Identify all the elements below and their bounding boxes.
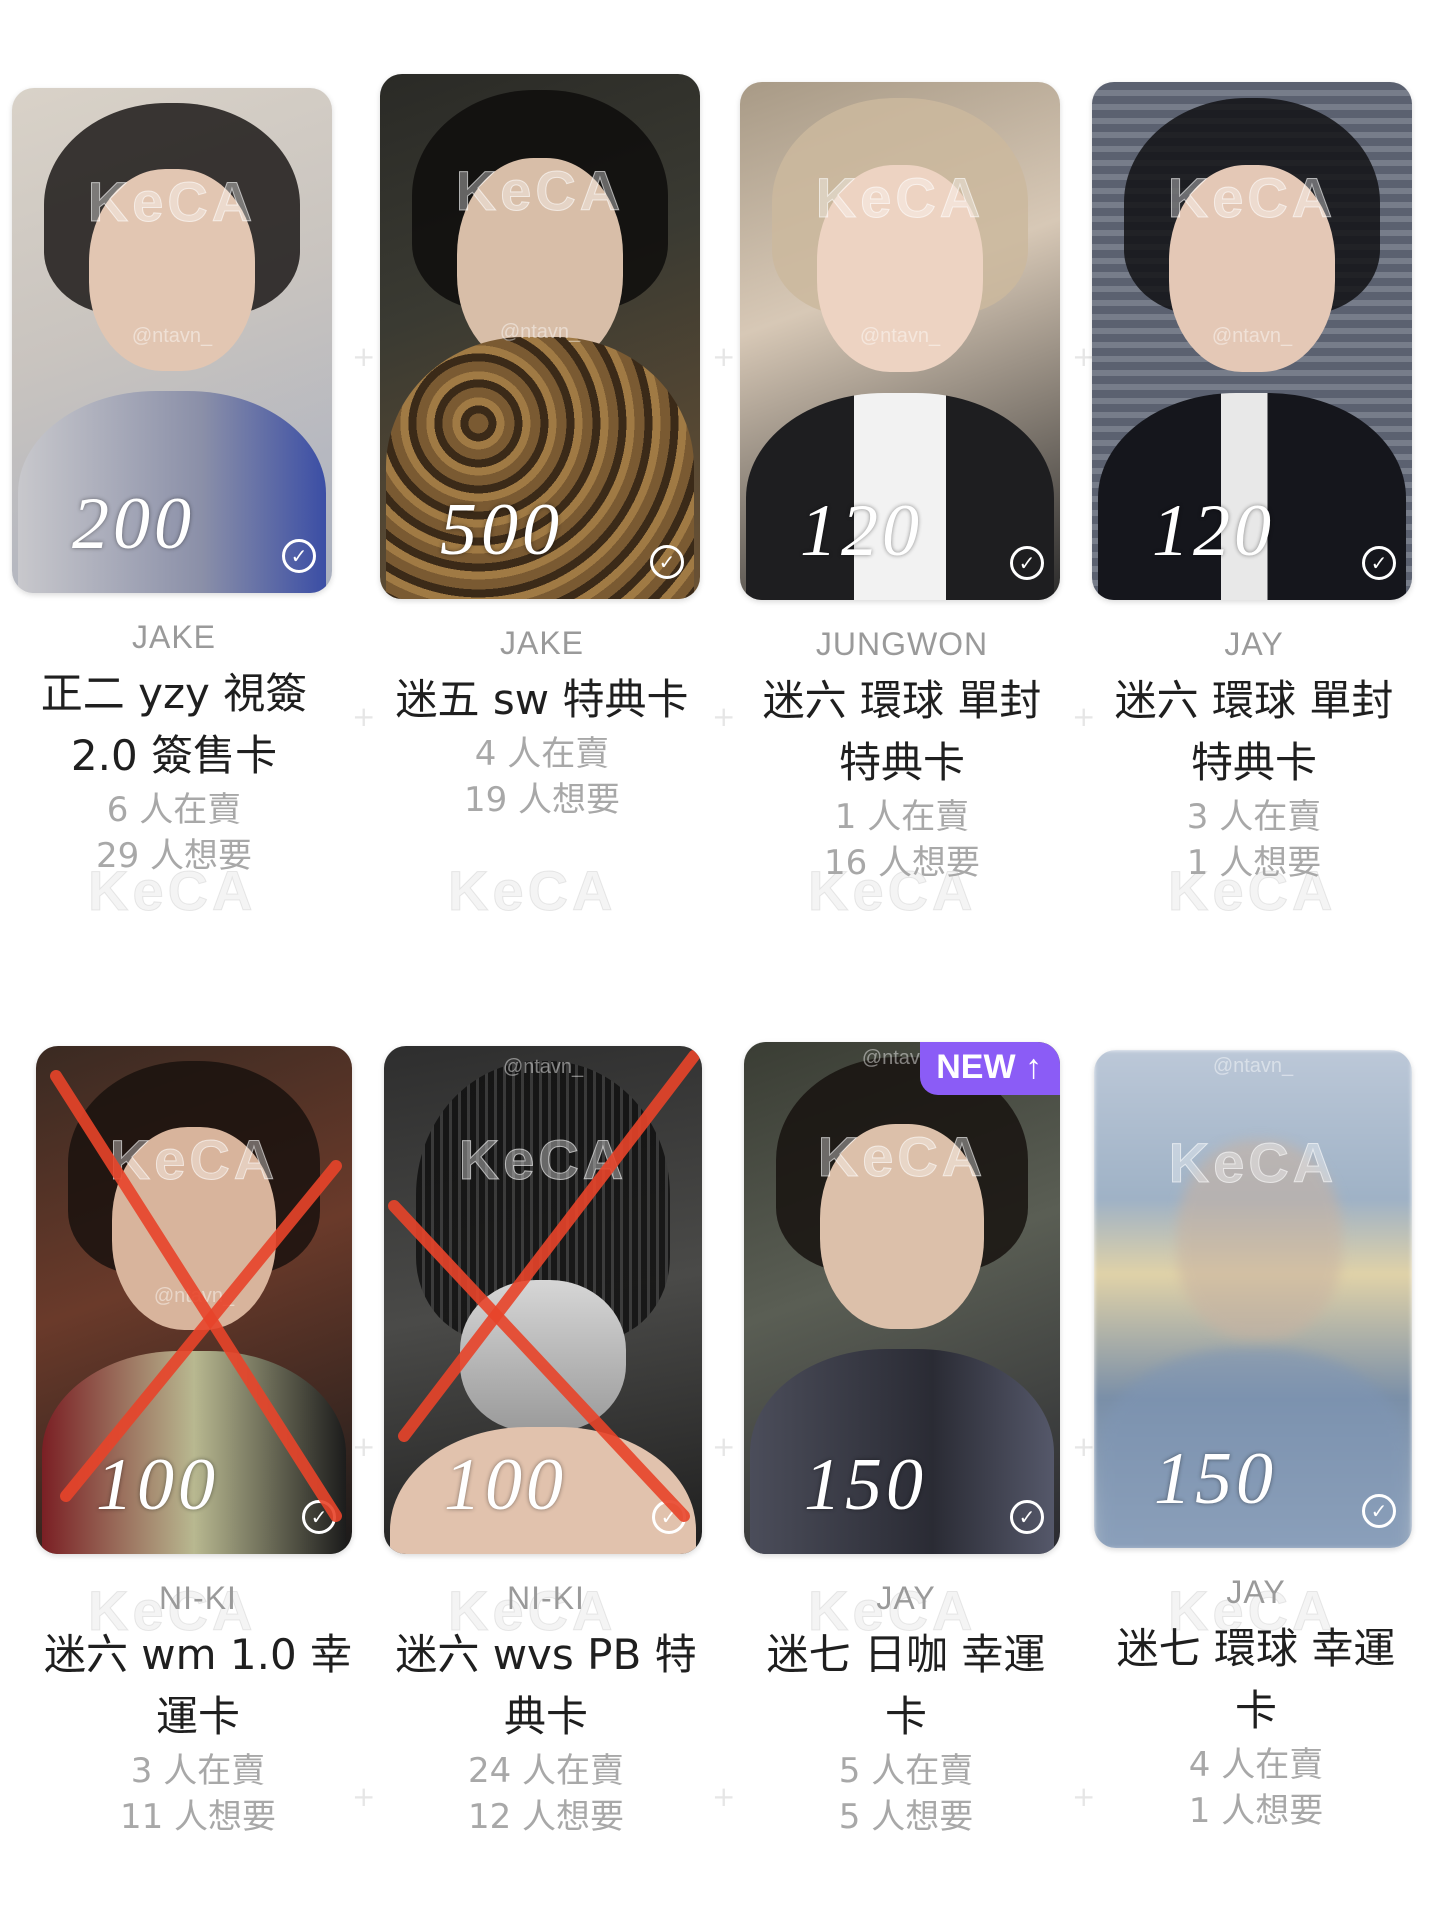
wanters-count: 12 人想要: [467, 1797, 625, 1837]
sold-out-cross-mark: [50, 1070, 342, 1522]
photocard-item[interactable]: KeCA @ntavn_ 120 ✓ JUNGWON 迷六 環球 單封 特典卡 …: [740, 82, 1070, 886]
photocard-item[interactable]: KeCA @ntavn_ 100 ✓ NI-KI 迷六 wm 1.0 幸 運卡 …: [36, 1046, 366, 1840]
price-label: 200: [72, 483, 195, 565]
card-title: 迷六 wvs PB 特 典卡: [395, 1630, 697, 1741]
plus-decoration-icon: +: [712, 1430, 736, 1463]
card-title: 迷六 環球 單封 特典卡: [1114, 676, 1394, 787]
card-title: 正二 yzy 視簽 2.0 簽售卡: [40, 669, 308, 780]
member-name: JAKE: [499, 625, 585, 661]
photocard-grid: KeCA KeCA KeCA KeCA KeCA KeCA KeCA KeCA …: [0, 0, 1440, 1918]
photo-watermark: KeCA: [1168, 1130, 1338, 1194]
photo-watermark: KeCA: [1167, 165, 1337, 229]
member-name: NI-KI: [507, 1580, 585, 1616]
photocard-item[interactable]: KeCA @ntavn_ 200 ✓ JAKE 正二 yzy 視簽 2.0 簽售…: [12, 88, 342, 879]
photocard-image[interactable]: KeCA @ntavn_ 120 ✓: [740, 82, 1060, 600]
member-name: NI-KI: [159, 1580, 237, 1616]
photocard-item[interactable]: KeCA @ntavn_ 500 ✓ JAKE 迷五 sw 特典卡 4 人在賣 …: [380, 74, 710, 823]
price-label: 500: [440, 489, 563, 571]
photo-watermark: KeCA: [455, 159, 625, 223]
new-badge: NEW ↑: [920, 1042, 1060, 1095]
photo-watermark: KeCA: [815, 165, 985, 229]
card-title: 迷五 sw 特典卡: [395, 675, 689, 724]
sellers-count: 6 人在賣: [106, 790, 242, 830]
sellers-count: 3 人在賣: [1186, 797, 1322, 837]
plus-decoration-icon: +: [712, 340, 736, 373]
wanters-count: 1 人想要: [1186, 843, 1322, 883]
wanters-count: 29 人想要: [95, 836, 253, 876]
member-name: JAKE: [131, 619, 217, 655]
photo-handle: @ntavn_: [859, 325, 941, 348]
card-title: 迷六 wm 1.0 幸 運卡: [43, 1630, 353, 1741]
member-name: JAY: [1226, 1574, 1286, 1610]
sellers-count: 1 人在賣: [834, 797, 970, 837]
photocard-image[interactable]: KeCA @ntavn_ 150 ✓: [1094, 1050, 1412, 1548]
photocard-item[interactable]: KeCA @ntavn_ 120 ✓ JAY 迷六 環球 單封 特典卡 3 人在…: [1092, 82, 1422, 886]
price-label: 150: [1154, 1438, 1277, 1520]
photocard-image[interactable]: KeCA @ntavn_ 500 ✓: [380, 74, 700, 599]
wanters-count: 1 人想要: [1188, 1791, 1324, 1831]
select-check-icon[interactable]: ✓: [282, 539, 316, 573]
background-watermark: KeCA: [447, 859, 617, 923]
plus-decoration-icon: +: [1072, 1430, 1096, 1463]
sellers-count: 3 人在賣: [130, 1751, 266, 1791]
photocard-image[interactable]: KeCA @ntavn_ 100 ✓: [36, 1046, 352, 1554]
card-title: 迷七 環球 幸運 卡: [1116, 1624, 1396, 1735]
member-name: JUNGWON: [815, 626, 989, 662]
photo-handle: @ntavn_: [1212, 1054, 1294, 1077]
photo-watermark: KeCA: [87, 169, 257, 233]
card-title: 迷七 日咖 幸運 卡: [766, 1630, 1046, 1741]
select-check-icon[interactable]: ✓: [650, 545, 684, 579]
sold-out-cross-mark: [388, 1050, 700, 1522]
wanters-count: 5 人想要: [838, 1797, 974, 1837]
photocard-item[interactable]: KeCA @ntavn_ 150 ✓ JAY 迷七 環球 幸運 卡 4 人在賣 …: [1094, 1050, 1424, 1834]
photocard-image[interactable]: KeCA @ntavn_ 100 ✓: [384, 1046, 702, 1554]
plus-decoration-icon: +: [352, 340, 376, 373]
price-label: 120: [1152, 490, 1275, 572]
photo-watermark: KeCA: [817, 1124, 987, 1188]
price-label: 120: [800, 490, 923, 572]
wanters-count: 19 人想要: [463, 780, 621, 820]
photo-handle: @ntavn_: [499, 320, 581, 343]
sellers-count: 24 人在賣: [467, 1751, 625, 1791]
photocard-item[interactable]: KeCA @ntavn_ NEW ↑ 150 ✓ JAY 迷七 日咖 幸運 卡 …: [744, 1042, 1074, 1840]
sellers-count: 5 人在賣: [838, 1751, 974, 1791]
sellers-count: 4 人在賣: [474, 734, 610, 774]
photo-handle: @ntavn_: [131, 325, 213, 348]
wanters-count: 16 人想要: [823, 843, 981, 883]
member-name: JAY: [1224, 626, 1284, 662]
photo-handle: @ntavn_: [1211, 325, 1293, 348]
select-check-icon[interactable]: ✓: [1010, 546, 1044, 580]
select-check-icon[interactable]: ✓: [1010, 1500, 1044, 1534]
photocard-image[interactable]: KeCA @ntavn_ 120 ✓: [1092, 82, 1412, 600]
sellers-count: 4 人在賣: [1188, 1745, 1324, 1785]
select-check-icon[interactable]: ✓: [1362, 546, 1396, 580]
member-name: JAY: [876, 1580, 936, 1616]
photocard-item[interactable]: KeCA @ntavn_ 100 ✓ NI-KI 迷六 wvs PB 特 典卡 …: [384, 1046, 714, 1840]
photocard-image[interactable]: KeCA @ntavn_ NEW ↑ 150 ✓: [744, 1042, 1060, 1554]
select-check-icon[interactable]: ✓: [1362, 1494, 1396, 1528]
wanters-count: 11 人想要: [119, 1797, 277, 1837]
price-label: 150: [804, 1444, 927, 1526]
card-title: 迷六 環球 單封 特典卡: [762, 676, 1042, 787]
photocard-image[interactable]: KeCA @ntavn_ 200 ✓: [12, 88, 332, 593]
